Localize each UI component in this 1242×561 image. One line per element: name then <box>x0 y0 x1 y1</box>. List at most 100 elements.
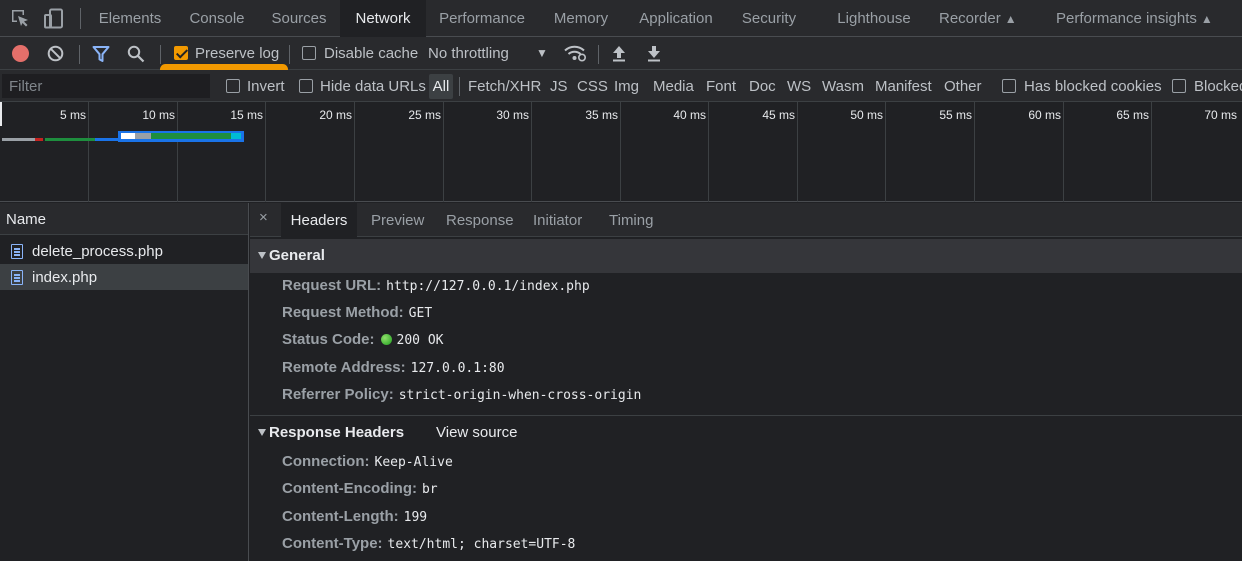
request-row[interactable]: delete_process.php <box>0 238 248 264</box>
has-blocked-cookies-label[interactable]: Has blocked cookies <box>1024 70 1162 102</box>
type-filter-all[interactable]: All <box>429 74 453 99</box>
tab-label: Elements <box>98 10 162 27</box>
preserve-log-checkbox[interactable] <box>174 46 188 60</box>
toolbar-separator <box>80 8 81 29</box>
header-key: Request Method: <box>282 304 404 321</box>
header-key: Referrer Policy: <box>282 386 394 403</box>
tab-recorder[interactable]: Recorder ▲ <box>939 0 1017 37</box>
tab-preview[interactable]: Preview <box>371 203 424 237</box>
type-filter-js[interactable]: JS <box>550 70 568 102</box>
type-filter-wasm[interactable]: Wasm <box>822 70 864 102</box>
has-blocked-cookies-checkbox[interactable] <box>1002 79 1016 93</box>
name-column-header[interactable]: Name <box>0 203 248 235</box>
timeline-tick-label: 35 ms <box>585 108 618 122</box>
close-details-icon[interactable]: × <box>259 209 268 226</box>
invert-checkbox[interactable] <box>226 79 240 93</box>
timeline-bar-stalled <box>35 138 43 141</box>
preserve-log-label[interactable]: Preserve log <box>195 37 279 70</box>
network-toolbar: Preserve log Disable cache No throttling… <box>0 37 1242 75</box>
timeline-bar-queueing <box>2 138 35 141</box>
tab-security[interactable]: Security <box>732 0 806 37</box>
tab-lighthouse[interactable]: Lighthouse <box>828 0 920 37</box>
timeline-cursor <box>0 102 2 126</box>
type-filter-css[interactable]: CSS <box>577 70 608 102</box>
timeline-bar-waiting <box>45 138 95 141</box>
timeline-bar-stalled <box>135 133 151 139</box>
timeline-tick-label: 45 ms <box>762 108 795 122</box>
header-value: http://127.0.0.1/index.php <box>386 279 590 294</box>
tab-timing[interactable]: Timing <box>609 203 653 237</box>
type-filter-other[interactable]: Other <box>944 70 982 102</box>
type-filter-ws[interactable]: WS <box>787 70 811 102</box>
timeline-tick-label: 55 ms <box>939 108 972 122</box>
document-icon <box>11 244 23 259</box>
tab-application[interactable]: Application <box>628 0 724 37</box>
tab-elements[interactable]: Elements <box>89 0 171 37</box>
tab-label: Console <box>189 10 245 27</box>
type-filter-manifest[interactable]: Manifest <box>875 70 932 102</box>
tab-performance[interactable]: Performance <box>430 0 534 37</box>
response-headers-section-header[interactable]: Response Headers View source <box>250 415 1242 449</box>
type-filter-doc[interactable]: Doc <box>749 70 776 102</box>
experimental-flask-icon: ▲ <box>1004 12 1017 26</box>
filter-icon[interactable] <box>92 45 110 63</box>
import-har-icon[interactable] <box>611 45 627 62</box>
inspect-element-icon[interactable] <box>11 9 30 28</box>
toolbar-separator <box>289 45 290 64</box>
header-key: Remote Address: <box>282 359 406 376</box>
tab-memory[interactable]: Memory <box>542 0 620 37</box>
timeline-bar-waiting <box>151 133 231 139</box>
blocked-requests-checkbox[interactable] <box>1172 79 1186 93</box>
header-value: GET <box>408 306 433 321</box>
clear-icon[interactable] <box>47 45 64 62</box>
type-filter-media[interactable]: Media <box>653 70 694 102</box>
header-value: strict-origin-when-cross-origin <box>398 388 642 403</box>
hide-data-urls-checkbox[interactable] <box>299 79 313 93</box>
tab-headers[interactable]: Headers <box>281 203 357 237</box>
record-button[interactable] <box>12 45 29 62</box>
disable-cache-label[interactable]: Disable cache <box>324 37 418 70</box>
type-filter-font[interactable]: Font <box>706 70 736 102</box>
filter-input[interactable] <box>2 74 210 98</box>
timeline-gridline <box>1151 102 1152 202</box>
timeline-gridline <box>265 102 266 202</box>
tab-response[interactable]: Response <box>446 203 514 237</box>
type-filter-fetch-xhr[interactable]: Fetch/XHR <box>468 70 541 102</box>
tab-performance-insights[interactable]: Performance insights ▲ <box>1056 0 1213 37</box>
header-row: Status Code: 200 OK <box>282 329 443 351</box>
header-value: 199 <box>403 510 428 525</box>
timeline-tick-label: 15 ms <box>230 108 263 122</box>
header-row: Referrer Policy: strict-origin-when-cross… <box>282 384 641 406</box>
timeline-gridline <box>974 102 975 202</box>
tab-initiator[interactable]: Initiator <box>533 203 582 237</box>
tab-network[interactable]: Network <box>340 0 426 37</box>
tab-label: Performance <box>439 10 525 27</box>
search-icon[interactable] <box>127 45 145 63</box>
view-source-link[interactable]: View source <box>436 416 517 450</box>
header-row: Content-Encoding: br <box>282 478 438 500</box>
throttling-select[interactable]: No throttling <box>428 37 509 70</box>
general-section-header[interactable]: General <box>250 239 1242 273</box>
devtools-tab-bar: Elements Console Sources Network Perform… <box>0 0 1242 37</box>
disable-cache-checkbox[interactable] <box>302 46 316 60</box>
tab-sources[interactable]: Sources <box>262 0 336 37</box>
type-filter-img[interactable]: Img <box>614 70 639 102</box>
hide-data-urls-label[interactable]: Hide data URLs <box>320 70 426 102</box>
request-row-selected[interactable]: index.php <box>0 264 248 290</box>
request-name: index.php <box>32 269 98 286</box>
toolbar-separator <box>459 77 460 96</box>
device-toolbar-icon[interactable] <box>44 8 64 29</box>
toolbar-separator <box>598 45 599 64</box>
timeline-gridline <box>1063 102 1064 202</box>
throttling-dropdown-arrow-icon[interactable]: ▼ <box>536 37 548 70</box>
header-value: text/html; charset=UTF-8 <box>387 537 576 552</box>
network-conditions-icon[interactable] <box>564 44 586 62</box>
tab-console[interactable]: Console <box>178 0 256 37</box>
header-value: br <box>421 482 438 497</box>
invert-label[interactable]: Invert <box>247 70 285 102</box>
timeline-overview[interactable]: 5 ms 10 ms 15 ms 20 ms 25 ms 30 ms 35 ms… <box>0 102 1242 202</box>
export-har-icon[interactable] <box>646 45 662 62</box>
timeline-gridline <box>708 102 709 202</box>
blocked-requests-label[interactable]: Blocked <box>1194 70 1242 102</box>
timeline-tick-label: 65 ms <box>1116 108 1149 122</box>
